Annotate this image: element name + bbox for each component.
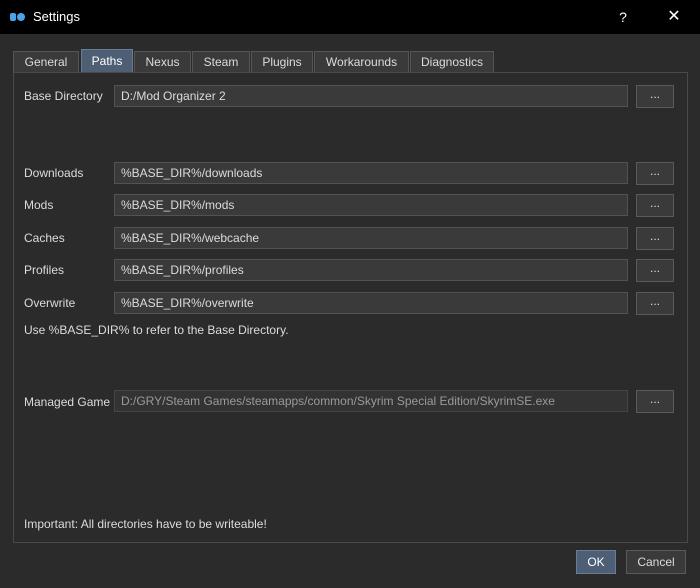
ok-button[interactable]: OK <box>576 550 616 574</box>
tab-diagnostics[interactable]: Diagnostics <box>410 51 494 72</box>
downloads-label: Downloads <box>24 166 84 180</box>
writeable-notice: Important: All directories have to be wr… <box>24 517 267 531</box>
mods-label: Mods <box>24 198 54 212</box>
window-title: Settings <box>33 9 80 24</box>
base-dir-hint: Use %BASE_DIR% to refer to the Base Dire… <box>24 323 289 337</box>
managed-game-field: D:/GRY/Steam Games/steamapps/common/Skyr… <box>114 390 628 412</box>
title-bar: Settings ? ✕ <box>0 0 700 34</box>
close-button[interactable]: ✕ <box>656 0 692 34</box>
help-button[interactable]: ? <box>608 0 638 34</box>
tab-nexus[interactable]: Nexus <box>134 51 191 72</box>
downloads-browse-button[interactable]: ... <box>636 162 674 185</box>
mod-organizer-icon <box>10 13 25 21</box>
managed-game-browse-button[interactable]: ... <box>636 390 674 413</box>
profiles-field[interactable]: %BASE_DIR%/profiles <box>114 259 628 281</box>
tab-general[interactable]: General <box>13 51 79 72</box>
profiles-browse-button[interactable]: ... <box>636 259 674 282</box>
mods-browse-button[interactable]: ... <box>636 194 674 217</box>
overwrite-browse-button[interactable]: ... <box>636 292 674 315</box>
tab-workarounds[interactable]: Workarounds <box>314 51 409 72</box>
caches-browse-button[interactable]: ... <box>636 227 674 250</box>
cancel-button[interactable]: Cancel <box>626 550 686 574</box>
mods-field[interactable]: %BASE_DIR%/mods <box>114 194 628 216</box>
overwrite-field[interactable]: %BASE_DIR%/overwrite <box>114 292 628 314</box>
base-directory-browse-button[interactable]: ... <box>636 85 674 108</box>
caches-label: Caches <box>24 231 65 245</box>
tab-plugins[interactable]: Plugins <box>251 51 313 72</box>
tab-paths[interactable]: Paths <box>81 49 133 73</box>
managed-game-label: Managed Game <box>24 395 111 409</box>
base-directory-field[interactable]: D:/Mod Organizer 2 <box>114 85 628 107</box>
profiles-label: Profiles <box>24 263 65 277</box>
overwrite-label: Overwrite <box>24 296 76 310</box>
caches-field[interactable]: %BASE_DIR%/webcache <box>114 227 628 249</box>
tab-steam[interactable]: Steam <box>192 51 250 72</box>
downloads-field[interactable]: %BASE_DIR%/downloads <box>114 162 628 184</box>
base-directory-label: Base Directory <box>24 89 103 103</box>
